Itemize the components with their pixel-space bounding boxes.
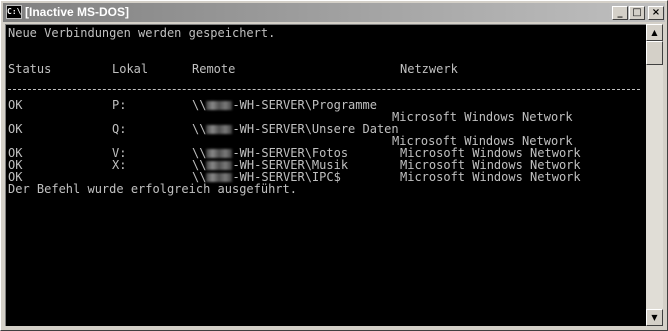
minimize-button[interactable]: _ (612, 6, 628, 20)
redacted-block (206, 101, 233, 110)
row-network: Microsoft Windows Network (400, 170, 581, 184)
redacted-block (206, 173, 233, 182)
row-status: OK (8, 122, 23, 136)
redacted-block (206, 149, 233, 158)
success-message: Der Befehl wurde erfolgreich ausgeführt. (8, 182, 297, 196)
maximize-button[interactable]: □ (629, 6, 645, 20)
row-remote: \\ -WH-SERVER\Programme (192, 99, 377, 111)
scroll-up-arrow-icon[interactable]: ▲ (646, 24, 663, 41)
close-button[interactable]: × (648, 6, 664, 20)
row-local: Q: (112, 122, 127, 136)
header-network: Netzwerk (400, 62, 458, 76)
row-local: X: (112, 158, 127, 172)
scroll-thumb[interactable] (646, 41, 663, 65)
redacted-block (206, 161, 233, 170)
title-bar[interactable]: C:\ [Inactive MS-DOS] _ □ × (3, 3, 665, 22)
remote-prefix: \\ (192, 122, 207, 136)
header-local: Lokal (112, 62, 149, 76)
window-title: [Inactive MS-DOS] (25, 5, 130, 19)
scroll-down-arrow-icon[interactable]: ▼ (646, 309, 663, 326)
redacted-block (206, 125, 233, 134)
header-divider (8, 89, 640, 90)
console-output[interactable]: Neue Verbindungen werden gespeichert. St… (5, 24, 646, 326)
row-network: Microsoft Windows Network (392, 110, 573, 124)
header-remote: Remote (192, 62, 236, 76)
row-local: P: (112, 98, 127, 112)
header-status: Status (8, 62, 52, 76)
remote-path: -WH-SERVER\Unsere Daten (232, 122, 399, 136)
row-remote: \\ -WH-SERVER\Unsere Daten (192, 123, 399, 135)
remote-path: -WH-SERVER\Programme (232, 98, 377, 112)
remote-prefix: \\ (192, 98, 207, 112)
saved-message: Neue Verbindungen werden gespeichert. (8, 26, 276, 40)
row-status: OK (8, 98, 23, 112)
msdos-icon[interactable]: C:\ (6, 5, 22, 19)
console-window: C:\ [Inactive MS-DOS] _ □ × Neue Verbind… (0, 0, 668, 331)
vertical-scrollbar[interactable]: ▲ ▼ (646, 24, 663, 326)
